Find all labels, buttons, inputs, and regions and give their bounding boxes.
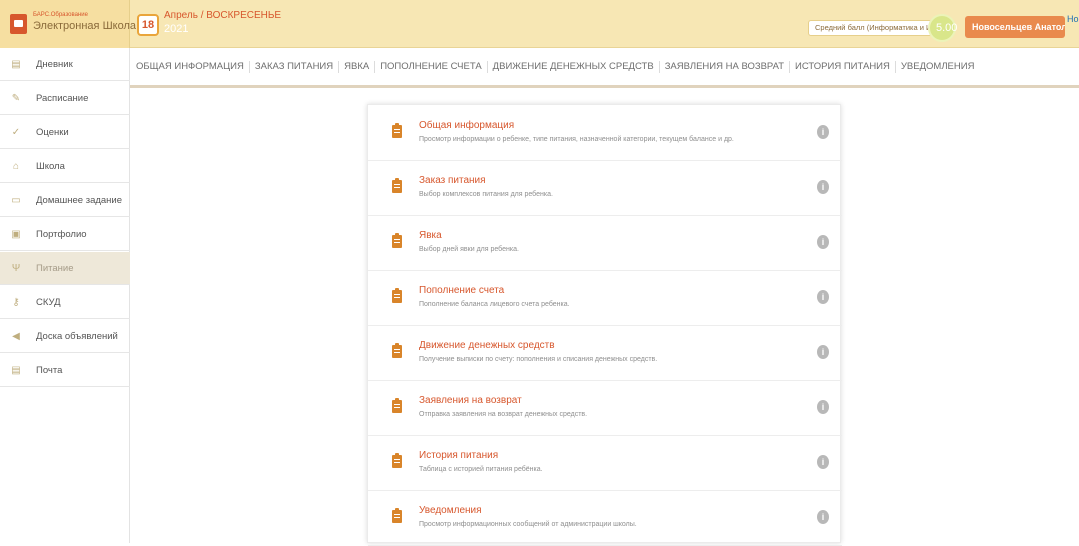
info-icon[interactable]: i bbox=[817, 455, 829, 469]
food-menu-panel: Общая информация Просмотр информации о р… bbox=[367, 104, 842, 546]
menu-item-description: Просмотр информационных сообщений от адм… bbox=[419, 521, 637, 528]
section-tabs: ОБЩАЯ ИНФОРМАЦИЯ ЗАКАЗ ПИТАНИЯ ЯВКА ПОПО… bbox=[130, 48, 1079, 88]
portfolio-icon: ▣ bbox=[11, 228, 21, 240]
user-avatar[interactable]: Но bbox=[1067, 14, 1079, 40]
menu-item-title[interactable]: Общая информация bbox=[419, 120, 514, 131]
menu-item-description: Таблица с историей питания ребёнка. bbox=[419, 466, 543, 473]
sidebar-item-diary[interactable]: ▤ Дневник bbox=[0, 48, 130, 81]
clipboard-icon bbox=[392, 123, 402, 138]
menu-item-food-history[interactable]: История питания Таблица с историей питан… bbox=[368, 435, 842, 491]
date-year: 2021 bbox=[164, 23, 189, 35]
sidebar-item-schedule[interactable]: ✎ Расписание bbox=[0, 82, 130, 115]
info-icon[interactable]: i bbox=[817, 180, 829, 194]
tab-notifications[interactable]: УВЕДОМЛЕНИЯ bbox=[896, 61, 980, 73]
menu-item-account-topup[interactable]: Пополнение счета Пополнение баланса лице… bbox=[368, 270, 842, 326]
tab-money-movement[interactable]: ДВИЖЕНИЕ ДЕНЕЖНЫХ СРЕДСТВ bbox=[488, 60, 660, 73]
info-icon[interactable]: i bbox=[817, 125, 829, 139]
tab-account-topup[interactable]: ПОПОЛНЕНИЕ СЧЕТА bbox=[375, 60, 488, 73]
info-icon[interactable]: i bbox=[817, 400, 829, 414]
average-grade-value: 5.00 bbox=[936, 22, 958, 34]
sidebar-item-label: Расписание bbox=[36, 92, 89, 104]
clipboard-icon bbox=[392, 398, 402, 413]
menu-item-title[interactable]: Уведомления bbox=[419, 505, 482, 516]
user-menu-button[interactable]: Новосельцев Анатолий bbox=[965, 16, 1065, 38]
sidebar-item-label: Домашнее задание bbox=[36, 194, 123, 206]
sidebar-item-label: Питание bbox=[36, 262, 74, 274]
sidebar-item-food[interactable]: Ψ Питание bbox=[0, 252, 130, 285]
sidebar-item-label: Почта bbox=[36, 364, 63, 376]
tab-food-history[interactable]: ИСТОРИЯ ПИТАНИЯ bbox=[790, 60, 896, 73]
info-icon[interactable]: i bbox=[817, 235, 829, 249]
key-icon: ⚷ bbox=[12, 296, 20, 308]
menu-item-attendance[interactable]: Явка Выбор дней явки для ребенка. i bbox=[368, 215, 842, 271]
top-bar: БАРС.Образование Электронная Школа 18 Ап… bbox=[0, 0, 1079, 48]
diary-icon: ▤ bbox=[11, 58, 21, 70]
tab-attendance[interactable]: ЯВКА bbox=[339, 60, 376, 73]
tab-general-info[interactable]: ОБЩАЯ ИНФОРМАЦИЯ bbox=[130, 60, 250, 73]
announcement-icon: ◀ bbox=[12, 330, 20, 342]
menu-item-description: Отправка заявления на возврат денежных с… bbox=[419, 411, 588, 418]
sidebar-item-announcements[interactable]: ◀ Доска объявлений bbox=[0, 320, 130, 353]
logo-caption: БАРС.Образование bbox=[33, 12, 88, 18]
sidebar-item-school[interactable]: ⌂ Школа bbox=[0, 150, 130, 183]
clipboard-icon bbox=[392, 178, 402, 193]
sidebar-item-homework[interactable]: ▭ Домашнее задание bbox=[0, 184, 130, 217]
menu-item-title[interactable]: Заказ питания bbox=[419, 175, 486, 186]
menu-item-title[interactable]: Движение денежных средств bbox=[419, 340, 555, 351]
menu-item-description: Выбор дней явки для ребенка. bbox=[419, 246, 519, 253]
sidebar-item-label: Оценки bbox=[36, 126, 69, 138]
menu-item-description: Выбор комплексов питания для ребенка. bbox=[419, 191, 553, 198]
menu-item-description: Пополнение баланса лицевого счета ребенк… bbox=[419, 301, 570, 308]
menu-item-general-info[interactable]: Общая информация Просмотр информации о р… bbox=[368, 105, 842, 161]
menu-item-refund-requests[interactable]: Заявления на возврат Отправка заявления … bbox=[368, 380, 842, 436]
sidebar: ▤ Дневник ✎ Расписание ✓ Оценки ⌂ Школа … bbox=[0, 48, 130, 543]
clipboard-icon bbox=[392, 453, 402, 468]
checkmark-icon: ✓ bbox=[11, 126, 21, 138]
info-icon[interactable]: i bbox=[817, 510, 829, 524]
menu-item-description: Просмотр информации о ребенке, типе пита… bbox=[419, 136, 734, 143]
average-grade-select[interactable]: Средний балл (Информатика и ИКТ) bbox=[808, 20, 932, 36]
school-icon: ⌂ bbox=[12, 160, 20, 172]
sidebar-item-label: Дневник bbox=[36, 58, 73, 70]
sidebar-item-label: СКУД bbox=[36, 296, 61, 308]
tab-refund-requests[interactable]: ЗАЯВЛЕНИЯ НА ВОЗВРАТ bbox=[660, 60, 791, 73]
clipboard-icon bbox=[392, 233, 402, 248]
date-day-button[interactable]: 18 bbox=[137, 14, 159, 36]
sidebar-item-label: Школа bbox=[36, 160, 65, 172]
menu-item-description: Получение выписки по счету: пополнения и… bbox=[419, 356, 658, 363]
schedule-icon: ✎ bbox=[11, 92, 21, 104]
sidebar-item-grades[interactable]: ✓ Оценки bbox=[0, 116, 130, 149]
clipboard-icon bbox=[392, 288, 402, 303]
app-logo[interactable]: БАРС.Образование Электронная Школа bbox=[0, 0, 136, 48]
info-icon[interactable]: i bbox=[817, 290, 829, 304]
menu-item-title[interactable]: Заявления на возврат bbox=[419, 395, 522, 406]
logo-icon bbox=[10, 14, 27, 34]
date-weekday[interactable]: Апрель / ВОСКРЕСЕНЬЕ bbox=[164, 10, 281, 21]
info-icon[interactable]: i bbox=[817, 345, 829, 359]
homework-icon: ▭ bbox=[11, 194, 21, 206]
logo-title: Электронная Школа bbox=[33, 20, 136, 32]
clipboard-icon bbox=[392, 508, 402, 523]
clipboard-icon bbox=[392, 343, 402, 358]
tab-food-order[interactable]: ЗАКАЗ ПИТАНИЯ bbox=[250, 60, 340, 73]
food-icon: Ψ bbox=[11, 262, 21, 274]
menu-item-title[interactable]: Пополнение счета bbox=[419, 285, 504, 296]
menu-item-food-order[interactable]: Заказ питания Выбор комплексов питания д… bbox=[368, 160, 842, 216]
menu-item-title[interactable]: Явка bbox=[419, 230, 442, 241]
menu-item-notifications[interactable]: Уведомления Просмотр информационных сооб… bbox=[368, 490, 842, 546]
mail-icon: ▤ bbox=[11, 364, 21, 376]
sidebar-item-mail[interactable]: ▤ Почта bbox=[0, 354, 130, 387]
sidebar-item-access-control[interactable]: ⚷ СКУД bbox=[0, 286, 130, 319]
sidebar-item-label: Портфолио bbox=[36, 228, 87, 240]
menu-item-title[interactable]: История питания bbox=[419, 450, 498, 461]
sidebar-item-label: Доска объявлений bbox=[36, 330, 118, 342]
sidebar-item-portfolio[interactable]: ▣ Портфолио bbox=[0, 218, 130, 251]
menu-item-money-movement[interactable]: Движение денежных средств Получение выпи… bbox=[368, 325, 842, 381]
